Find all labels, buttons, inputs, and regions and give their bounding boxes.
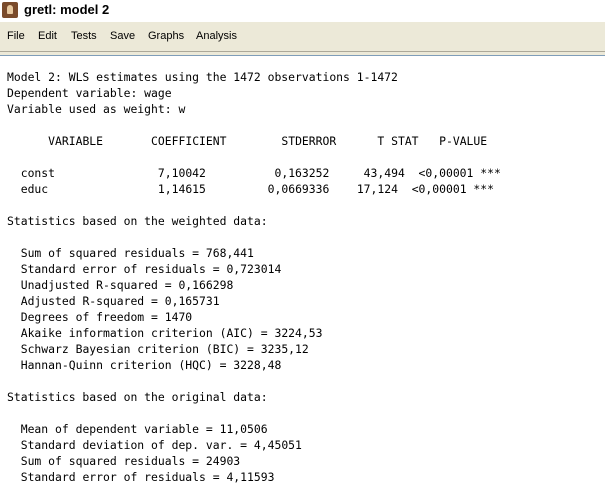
model-output-textpane[interactable]: Model 2: WLS estimates using the 1472 ob…	[0, 55, 605, 489]
header-line-3: Variable used as weight: w	[7, 102, 186, 116]
col-pvalue: P-VALUE	[439, 134, 488, 148]
menu-graphs[interactable]: Graphs	[148, 30, 184, 42]
col-variable: VARIABLE	[48, 134, 104, 148]
weighted-stat-line: Standard error of residuals = 0,723014	[20, 262, 282, 276]
row-const-pvalue: <0,00001	[418, 166, 474, 180]
original-stat-line: Sum of squared residuals = 24903	[20, 454, 241, 468]
weighted-stat-line: Hannan-Quinn criterion (HQC) = 3228,48	[20, 358, 282, 372]
weighted-stat-line: Degrees of freedom = 1470	[20, 310, 193, 324]
model-output-text: Model 2: WLS estimates using the 1472 ob…	[7, 69, 501, 485]
col-tstat: T STAT	[377, 134, 419, 148]
header-line-1: Model 2: WLS estimates using the 1472 ob…	[7, 70, 398, 84]
window-title: gretl: model 2	[24, 2, 110, 17]
row-educ-pvalue: <0,00001	[411, 182, 467, 196]
weighted-stat-line: Akaike information criterion (AIC) = 322…	[20, 326, 323, 340]
header-line-2: Dependent variable: wage	[7, 86, 172, 100]
row-const-variable: const	[20, 166, 56, 180]
row-const-significance: ***	[480, 166, 501, 180]
menubar: File Edit Tests Save Graphs Analysis	[0, 27, 605, 47]
menu-edit[interactable]: Edit	[38, 30, 57, 42]
window-titlebar[interactable]: gretl: model 2	[0, 0, 605, 22]
original-stats-heading: Statistics based on the original data:	[7, 390, 268, 404]
menu-tests[interactable]: Tests	[71, 30, 97, 42]
menu-file[interactable]: File	[7, 30, 25, 42]
row-educ-significance: ***	[473, 182, 494, 196]
menubar-separator	[0, 51, 605, 52]
row-educ-tstat: 17,124	[356, 182, 398, 196]
original-stat-line: Mean of dependent variable = 11,0506	[20, 422, 268, 436]
row-const-stderror: 0,163252	[274, 166, 330, 180]
original-stat-line: Standard error of residuals = 4,11593	[20, 470, 275, 484]
row-educ-variable: educ	[20, 182, 49, 196]
weighted-stat-line: Schwarz Bayesian criterion (BIC) = 3235,…	[20, 342, 309, 356]
weighted-stat-line: Sum of squared residuals = 768,441	[20, 246, 254, 260]
gretl-app-icon	[2, 2, 18, 18]
weighted-stat-line: Adjusted R-squared = 0,165731	[20, 294, 220, 308]
row-educ-stderror: 0,0669336	[267, 182, 330, 196]
row-const-tstat: 43,494	[363, 166, 405, 180]
weighted-stats-heading: Statistics based on the weighted data:	[7, 214, 268, 228]
weighted-stat-line: Unadjusted R-squared = 0,166298	[20, 278, 234, 292]
col-coefficient: COEFFICIENT	[151, 134, 227, 148]
original-stat-line: Standard deviation of dep. var. = 4,4505…	[20, 438, 302, 452]
row-const-coefficient: 7,10042	[157, 166, 206, 180]
row-educ-coefficient: 1,14615	[157, 182, 206, 196]
menu-analysis[interactable]: Analysis	[196, 30, 237, 42]
col-stderror: STDERROR	[281, 134, 337, 148]
menu-save[interactable]: Save	[110, 30, 135, 42]
